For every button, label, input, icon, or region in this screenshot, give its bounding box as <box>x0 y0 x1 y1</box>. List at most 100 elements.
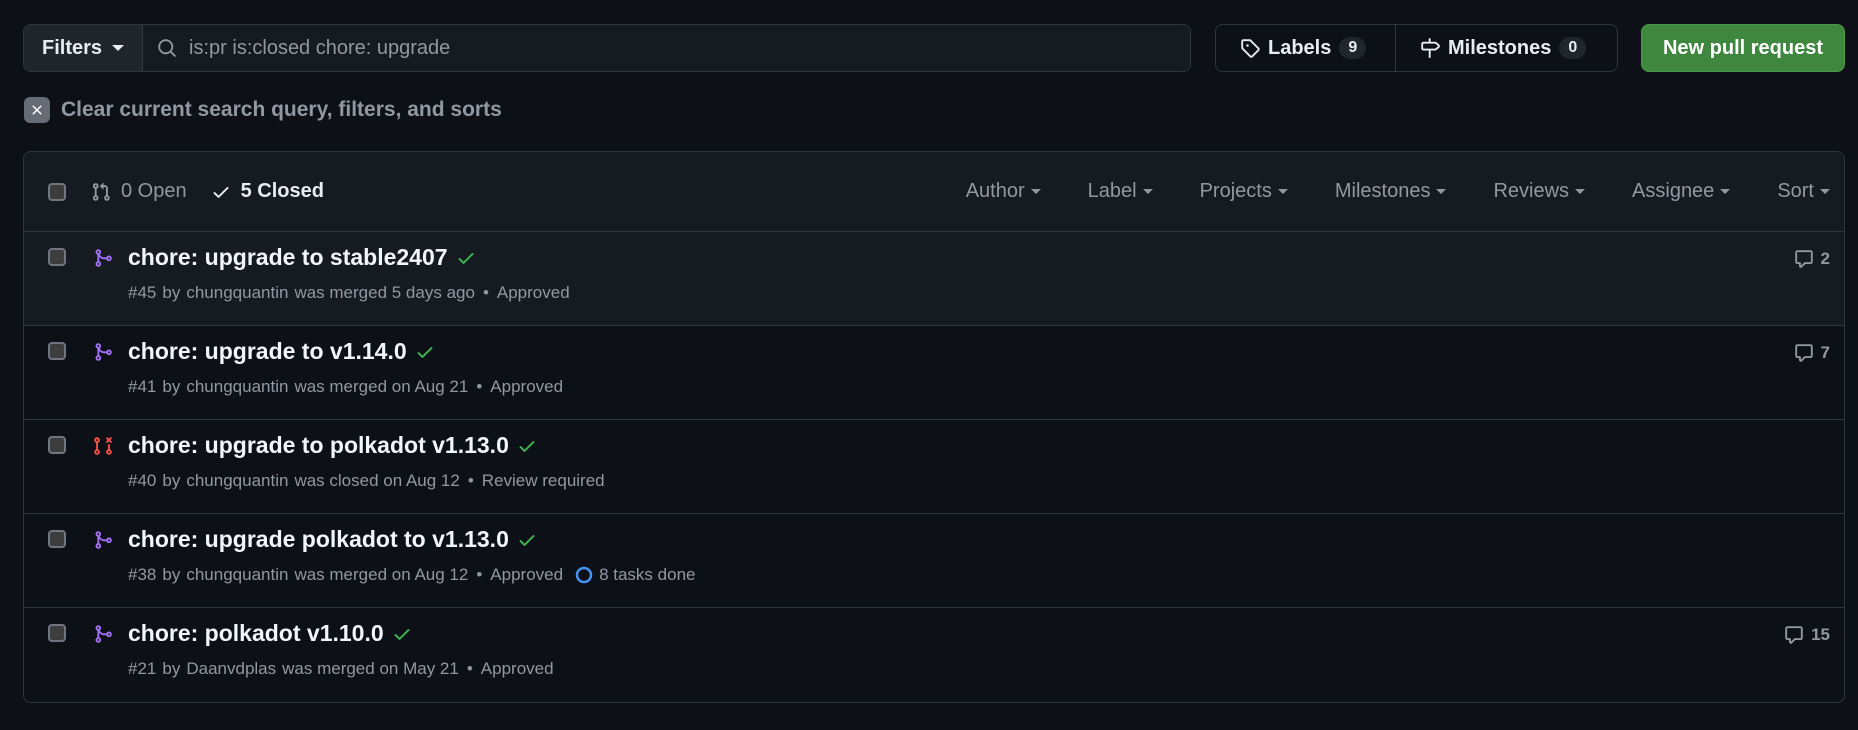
review-status-link[interactable]: Approved <box>490 377 563 397</box>
by-text: by <box>162 565 181 584</box>
caret-down-icon <box>1277 189 1288 194</box>
comment-icon <box>1794 343 1814 363</box>
author-link[interactable]: chungquantin <box>186 565 288 585</box>
pull-request-row: chore: upgrade to stable2407 #45 by chun… <box>24 232 1844 326</box>
caret-down-icon <box>1575 189 1586 194</box>
status-text: was merged on Aug 21 <box>294 377 469 396</box>
row-checkbox[interactable] <box>48 342 66 360</box>
review-status-link[interactable]: Approved <box>481 659 554 679</box>
pull-request-number: #45 <box>128 283 157 302</box>
check-success-icon[interactable] <box>456 248 476 268</box>
filter-menus: Author Label Projects Milestones Reviews… <box>919 180 1830 203</box>
task-progress-label: 8 tasks done <box>599 565 696 584</box>
pull-request-title-link[interactable]: chore: upgrade polkadot to v1.13.0 <box>128 526 509 553</box>
search-icon <box>157 38 177 58</box>
row-title-line: chore: polkadot v1.10.0 <box>128 620 554 647</box>
review-status-link[interactable]: Approved <box>497 283 570 303</box>
separator-dot: • <box>466 659 473 678</box>
git-pull-request-icon <box>91 182 111 202</box>
labels-milestones-group: Labels 9 Milestones 0 <box>1215 24 1618 72</box>
reviews-menu[interactable]: Reviews <box>1493 180 1586 203</box>
caret-down-icon <box>1030 189 1041 194</box>
row-title-line: chore: upgrade to stable2407 <box>128 244 570 271</box>
author-link[interactable]: chungquantin <box>186 283 288 303</box>
select-all-checkbox[interactable] <box>48 182 66 201</box>
label-menu-label: Label <box>1087 180 1137 202</box>
pull-request-row: chore: polkadot v1.10.0 #21 by Daanvdpla… <box>24 608 1844 702</box>
comment-count: 2 <box>1820 249 1830 268</box>
author-link[interactable]: chungquantin <box>186 471 288 491</box>
separator-dot: • <box>467 471 474 490</box>
row-meta: #40 by chungquantin was closed on Aug 12… <box>128 471 605 491</box>
reviews-menu-label: Reviews <box>1493 180 1570 202</box>
row-title-line: chore: upgrade to polkadot v1.13.0 <box>128 432 605 459</box>
open-count-label: 0 Open <box>121 180 187 202</box>
pull-request-title-link[interactable]: chore: upgrade to polkadot v1.13.0 <box>128 432 509 459</box>
review-status-link[interactable]: Review required <box>482 471 605 491</box>
pull-request-title-link[interactable]: chore: polkadot v1.10.0 <box>128 620 384 647</box>
projects-menu-label: Projects <box>1199 180 1272 202</box>
milestones-menu[interactable]: Milestones <box>1335 180 1447 203</box>
by-text: by <box>162 283 181 302</box>
closed-filter-link[interactable]: 5 Closed <box>211 180 324 203</box>
author-link[interactable]: chungquantin <box>186 377 288 397</box>
author-menu[interactable]: Author <box>966 180 1041 203</box>
clear-filters-link[interactable]: Clear current search query, filters, and… <box>24 97 502 123</box>
label-menu[interactable]: Label <box>1088 180 1153 203</box>
caret-down-icon <box>112 45 125 51</box>
git-merge-icon <box>93 248 113 268</box>
row-main: chore: upgrade to polkadot v1.13.0 #40 b… <box>128 432 605 491</box>
sort-menu[interactable]: Sort <box>1777 180 1830 203</box>
row-main: chore: upgrade to stable2407 #45 by chun… <box>128 244 570 303</box>
check-success-icon[interactable] <box>517 436 537 456</box>
check-success-icon[interactable] <box>392 624 412 644</box>
row-main: chore: upgrade to v1.14.0 #41 by chungqu… <box>128 338 563 397</box>
milestones-button[interactable]: Milestones 0 <box>1395 25 1617 71</box>
pull-request-title-link[interactable]: chore: upgrade to v1.14.0 <box>128 338 407 365</box>
labels-count: 9 <box>1339 37 1367 59</box>
caret-down-icon <box>1436 189 1447 194</box>
git-pull-request-closed-icon <box>93 436 113 456</box>
row-meta: #21 by Daanvdplas was merged on May 21 •… <box>128 659 554 679</box>
caret-down-icon <box>1820 189 1830 194</box>
check-success-icon[interactable] <box>517 530 537 550</box>
author-link[interactable]: Daanvdplas <box>186 659 276 679</box>
pull-request-number: #38 <box>128 565 157 584</box>
comments-link[interactable]: 2 <box>1794 249 1830 269</box>
by-text: by <box>162 377 181 396</box>
labels-label: Labels <box>1268 36 1332 59</box>
row-checkbox[interactable] <box>48 624 66 642</box>
list-header: 0 Open 5 Closed Author Label Projects Mi… <box>24 152 1844 232</box>
assignee-menu[interactable]: Assignee <box>1632 180 1731 203</box>
row-checkbox[interactable] <box>48 436 66 454</box>
caret-down-icon <box>1142 189 1153 194</box>
labels-button[interactable]: Labels 9 <box>1216 25 1395 71</box>
comment-icon <box>1784 625 1804 645</box>
comments-link[interactable]: 15 <box>1784 625 1830 645</box>
row-checkbox[interactable] <box>48 530 66 548</box>
comments-link[interactable]: 7 <box>1794 343 1830 363</box>
row-checkbox[interactable] <box>48 248 66 266</box>
milestone-icon <box>1420 38 1440 58</box>
filters-button[interactable]: Filters <box>24 25 144 71</box>
review-status-link[interactable]: Approved <box>490 565 563 585</box>
top-toolbar: Filters Labels 9 Milestones 0 New pull r… <box>23 24 1845 72</box>
row-main: chore: upgrade polkadot to v1.13.0 #38 b… <box>128 526 695 585</box>
check-success-icon[interactable] <box>415 342 435 362</box>
milestones-menu-label: Milestones <box>1334 180 1431 202</box>
pull-request-number: #40 <box>128 471 157 490</box>
new-pull-request-button[interactable]: New pull request <box>1641 24 1845 72</box>
git-merge-icon <box>93 342 113 362</box>
separator-dot: • <box>482 283 489 302</box>
search-field[interactable] <box>143 25 1190 71</box>
pull-request-title-link[interactable]: chore: upgrade to stable2407 <box>128 244 448 271</box>
open-filter-link[interactable]: 0 Open <box>91 180 187 203</box>
search-input[interactable] <box>189 36 1176 60</box>
git-merge-icon <box>93 624 113 644</box>
status-text: was merged on May 21 <box>282 659 459 678</box>
comment-count: 15 <box>1811 625 1830 644</box>
task-progress[interactable]: 8 tasks done <box>575 565 695 585</box>
projects-menu[interactable]: Projects <box>1200 180 1288 203</box>
task-progress-ring-icon <box>575 566 593 584</box>
close-icon <box>24 97 50 123</box>
